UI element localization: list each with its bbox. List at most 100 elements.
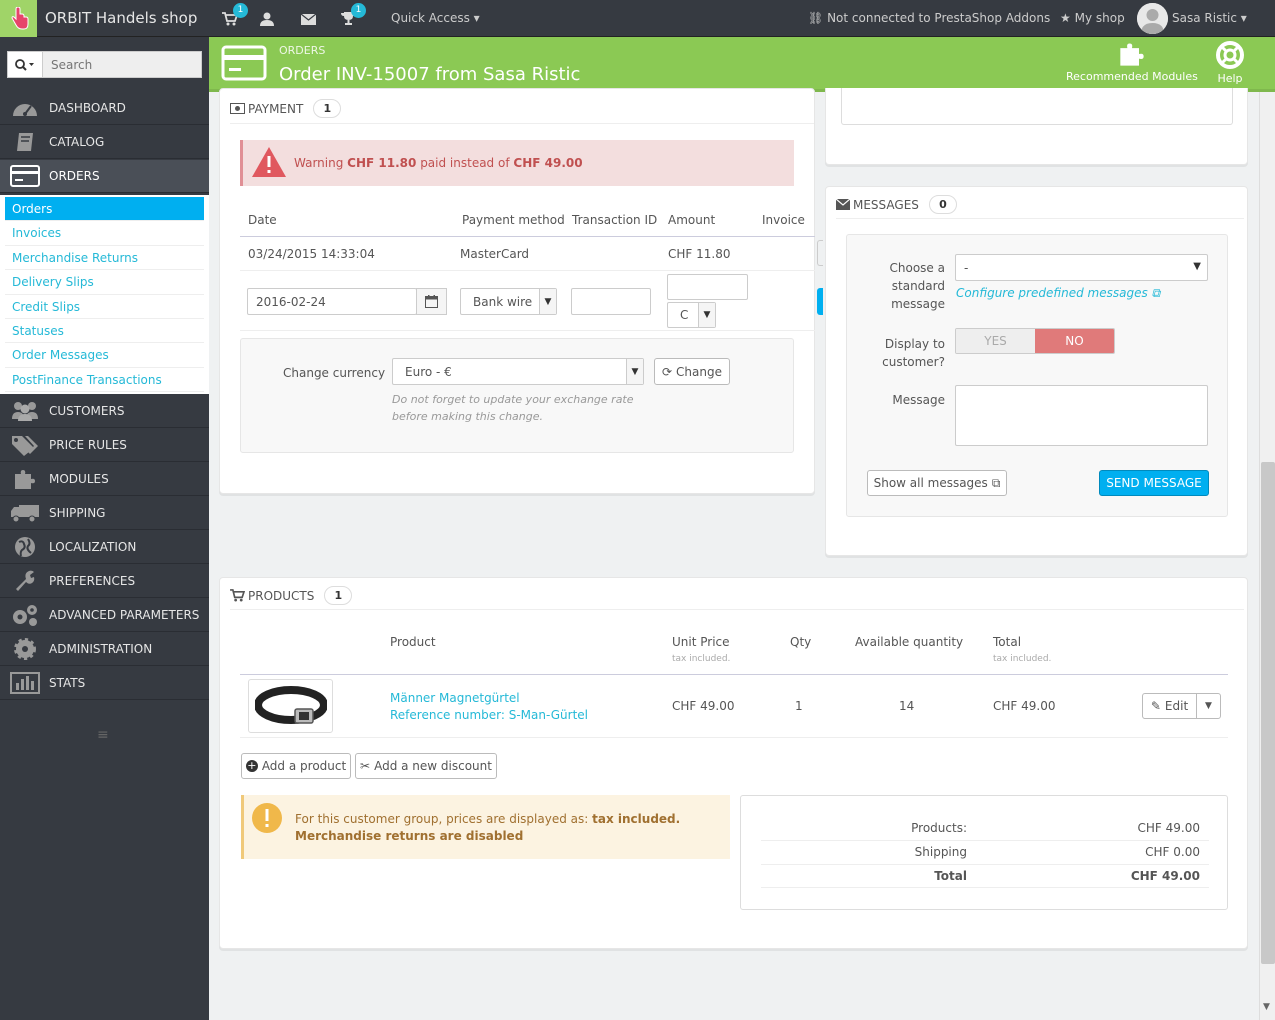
payment-row-method: MasterCard bbox=[460, 247, 530, 261]
breadcrumb[interactable]: ORDERS bbox=[279, 44, 325, 57]
warning-icon bbox=[252, 147, 286, 177]
divider bbox=[240, 737, 1228, 738]
currency-change-select[interactable]: Euro - € ▼ bbox=[392, 358, 644, 385]
menu-label: ORDERS bbox=[49, 169, 100, 183]
menu-preferences[interactable]: PREFERENCES bbox=[0, 565, 209, 598]
avatar[interactable] bbox=[1137, 3, 1168, 34]
belt-image bbox=[254, 686, 327, 724]
cog-icon bbox=[10, 637, 40, 661]
submenu-merchandise-returns[interactable]: Merchandise Returns bbox=[5, 246, 204, 271]
product-thumbnail[interactable] bbox=[248, 679, 333, 733]
puzzle-icon bbox=[10, 467, 40, 491]
user-icon[interactable] bbox=[257, 9, 277, 29]
change-currency-button[interactable]: ⟳ Change bbox=[654, 358, 730, 385]
send-message-button[interactable]: SEND MESSAGE bbox=[1099, 470, 1209, 496]
submenu-delivery-slips[interactable]: Delivery Slips bbox=[5, 270, 204, 295]
payment-panel: PAYMENT 1 Warning CHF 11.80 paid instead… bbox=[219, 88, 823, 494]
submenu-orders[interactable]: Orders bbox=[5, 197, 204, 222]
product-name-link[interactable]: Männer Magnetgürtel Reference number: S-… bbox=[390, 690, 588, 724]
calendar-button[interactable] bbox=[416, 288, 447, 315]
standard-message-value: - bbox=[964, 260, 969, 275]
invoice-select[interactable] bbox=[817, 240, 823, 266]
currency-select[interactable]: C ▼ bbox=[667, 302, 716, 328]
submenu-credit-slips[interactable]: Credit Slips bbox=[5, 295, 204, 319]
help-button[interactable]: Help bbox=[1216, 41, 1244, 85]
transaction-id-input[interactable] bbox=[571, 288, 651, 315]
products-total-value: CHF 49.00 bbox=[1137, 821, 1200, 835]
payment-count-badge: 1 bbox=[313, 99, 342, 118]
external-link-icon: ⧉ bbox=[991, 475, 1001, 490]
my-shop-link[interactable]: ★ My shop bbox=[1060, 11, 1125, 25]
product-unit-price: CHF 49.00 bbox=[672, 699, 735, 713]
col-available-quantity: Available quantity bbox=[855, 635, 964, 649]
recommended-modules-button[interactable]: Recommended Modules bbox=[1066, 41, 1198, 83]
menu-orders[interactable]: ORDERS bbox=[0, 160, 209, 193]
menu-stats[interactable]: STATS bbox=[0, 667, 209, 700]
divider bbox=[761, 840, 1209, 841]
col-invoice: Invoice bbox=[762, 213, 805, 227]
menu-dashboard[interactable]: DASHBOARD bbox=[0, 92, 209, 125]
edit-product-button[interactable]: ✎ Edit bbox=[1142, 693, 1197, 719]
notice-returns: Merchandise returns are disabled bbox=[295, 829, 524, 843]
menu-modules[interactable]: MODULES bbox=[0, 463, 209, 496]
help-label: Help bbox=[1217, 72, 1243, 85]
payment-method-select[interactable]: Bank wire ▼ bbox=[460, 288, 557, 315]
menu-customers[interactable]: CUSTOMERS bbox=[0, 395, 209, 428]
trophy-icon[interactable]: 1 bbox=[338, 3, 366, 29]
menu-localization[interactable]: LOCALIZATION bbox=[0, 531, 209, 564]
envelope-icon[interactable] bbox=[298, 9, 318, 29]
submenu-postfinance-transactions[interactable]: PostFinance Transactions bbox=[5, 368, 204, 393]
page-scrollbar[interactable]: ▼ bbox=[1259, 92, 1275, 1020]
cart-icon[interactable]: 1 bbox=[220, 3, 248, 29]
logo[interactable] bbox=[0, 0, 37, 37]
payment-date-input[interactable]: 2016-02-24 bbox=[247, 288, 417, 315]
addons-status[interactable]: ⛓ Not connected to PrestaShop Addons bbox=[808, 11, 1050, 25]
divider bbox=[230, 609, 1244, 610]
menu-shipping[interactable]: SHIPPING bbox=[0, 497, 209, 530]
address-panel-partial bbox=[825, 88, 1248, 165]
shop-name[interactable]: ORBIT Handels shop bbox=[45, 9, 197, 27]
menu-price-rules[interactable]: PRICE RULES bbox=[0, 429, 209, 462]
collapse-menu-icon[interactable]: ≡ bbox=[97, 727, 109, 743]
warning-mid: paid instead of bbox=[420, 156, 510, 170]
add-product-button[interactable]: + Add a product bbox=[241, 753, 351, 779]
search-scope-button[interactable] bbox=[8, 52, 43, 77]
submenu-order-messages[interactable]: Order Messages bbox=[5, 343, 204, 368]
message-textarea[interactable] bbox=[955, 385, 1208, 446]
caret-down-icon: ▾ bbox=[1240, 11, 1247, 25]
scrollbar-thumb[interactable] bbox=[1261, 462, 1275, 964]
menu-administration[interactable]: ADMINISTRATION bbox=[0, 633, 209, 666]
submenu-statuses[interactable]: Statuses bbox=[5, 319, 204, 344]
show-all-messages-button[interactable]: Show all messages ⧉ bbox=[867, 470, 1007, 496]
menu-catalog[interactable]: CATALOG bbox=[0, 126, 209, 159]
menu-advanced-parameters[interactable]: ADVANCED PARAMETERS bbox=[0, 599, 209, 632]
add-payment-button[interactable] bbox=[817, 288, 823, 315]
tax-notice-text: For this customer group, prices are disp… bbox=[295, 811, 680, 845]
standard-message-select[interactable]: - ▼ bbox=[955, 254, 1208, 281]
currency-change-value: Euro - € bbox=[405, 364, 452, 379]
amount-input[interactable] bbox=[667, 274, 748, 300]
user-menu[interactable]: Sasa Ristic ▾ bbox=[1172, 11, 1247, 25]
scroll-down-arrow-icon[interactable]: ▼ bbox=[1263, 1002, 1270, 1012]
add-discount-button[interactable]: ✂ Add a new discount bbox=[355, 753, 497, 779]
users-icon bbox=[10, 399, 40, 423]
messages-heading: MESSAGES 0 bbox=[836, 195, 957, 214]
display-to-customer-toggle[interactable]: YES NO bbox=[955, 328, 1115, 354]
submenu-invoices[interactable]: Invoices bbox=[5, 221, 204, 246]
plus-circle-icon: + bbox=[245, 759, 258, 772]
payment-heading-label: PAYMENT bbox=[248, 101, 304, 116]
sidebar-search bbox=[7, 51, 202, 78]
toggle-yes[interactable]: YES bbox=[956, 329, 1035, 353]
menu-label: ADVANCED PARAMETERS bbox=[49, 608, 200, 622]
product-actions-dropdown[interactable]: ▼ bbox=[1196, 693, 1221, 719]
quick-access-dropdown[interactable]: Quick Access ▾ bbox=[391, 11, 480, 25]
cart-icon bbox=[230, 589, 245, 602]
exclamation-circle-icon bbox=[252, 803, 282, 833]
menu-label: DASHBOARD bbox=[49, 101, 126, 115]
cart-badge: 1 bbox=[233, 3, 248, 18]
search-input[interactable] bbox=[43, 52, 201, 77]
quick-access-label: Quick Access bbox=[391, 11, 470, 25]
money-icon bbox=[230, 103, 245, 114]
configure-predefined-messages-link[interactable]: Configure predefined messages ⧉ bbox=[956, 286, 1160, 301]
toggle-no[interactable]: NO bbox=[1035, 329, 1114, 353]
